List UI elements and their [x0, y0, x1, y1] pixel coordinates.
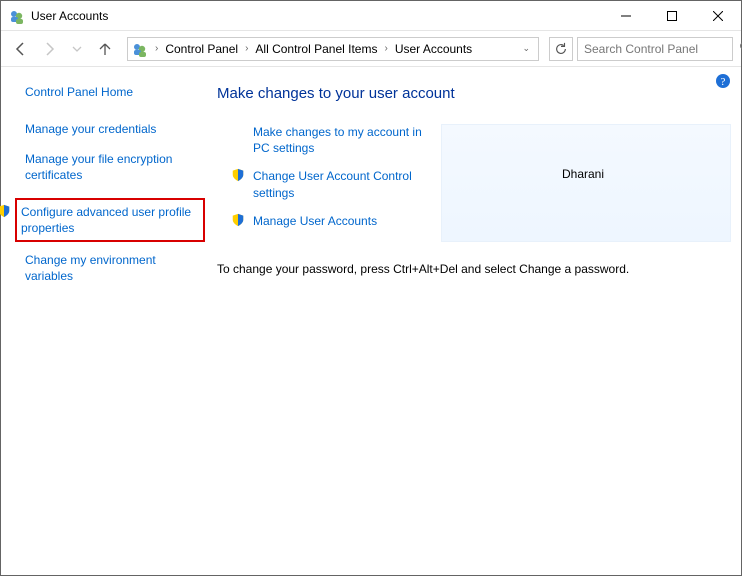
refresh-button[interactable]	[549, 37, 573, 61]
sidebar-link-encryption[interactable]: Manage your file encryption certificates	[25, 151, 193, 183]
link-label: Change User Account Control settings	[253, 168, 437, 200]
minimize-button[interactable]	[603, 1, 649, 31]
up-button[interactable]	[93, 37, 117, 61]
link-label: Make changes to my account in PC setting…	[253, 124, 437, 156]
control-panel-home-link[interactable]: Control Panel Home	[25, 85, 193, 99]
shield-icon	[231, 168, 245, 182]
main-panel: ? Make changes to your user account Make…	[203, 67, 741, 575]
back-button[interactable]	[9, 37, 33, 61]
sidebar-link-advanced-profile[interactable]: Configure advanced user profile properti…	[15, 198, 205, 242]
window-controls	[603, 1, 741, 31]
link-uac-settings[interactable]: Change User Account Control settings	[231, 168, 437, 200]
profile-name: Dharani	[562, 167, 604, 181]
breadcrumb-item[interactable]: All Control Panel Items	[253, 42, 379, 56]
search-box[interactable]	[577, 37, 733, 61]
svg-text:?: ?	[721, 76, 726, 88]
page-title: Make changes to your user account	[217, 85, 731, 102]
forward-button[interactable]	[37, 37, 61, 61]
shield-icon	[0, 204, 11, 218]
sidebar-item-label: Configure advanced user profile properti…	[21, 205, 191, 235]
link-label: Manage User Accounts	[253, 213, 377, 229]
chevron-right-icon[interactable]: ›	[242, 43, 251, 54]
chevron-right-icon[interactable]: ›	[152, 43, 161, 54]
user-accounts-icon	[9, 8, 25, 24]
link-manage-accounts[interactable]: Manage User Accounts	[231, 213, 437, 229]
link-pc-settings[interactable]: Make changes to my account in PC setting…	[253, 124, 437, 156]
window-title: User Accounts	[31, 9, 603, 23]
close-button[interactable]	[695, 1, 741, 31]
help-icon[interactable]: ?	[715, 73, 731, 89]
search-input[interactable]	[584, 42, 739, 56]
user-accounts-icon	[132, 41, 148, 57]
sidebar-link-env-vars[interactable]: Change my environment variables	[25, 252, 193, 284]
recent-locations-dropdown[interactable]	[65, 37, 89, 61]
password-note: To change your password, press Ctrl+Alt+…	[217, 262, 731, 276]
shield-icon	[231, 213, 245, 227]
sidebar: Control Panel Home Manage your credentia…	[1, 67, 203, 575]
navbar: › Control Panel › All Control Panel Item…	[1, 31, 741, 67]
breadcrumb-item[interactable]: Control Panel	[163, 42, 240, 56]
chevron-right-icon[interactable]: ›	[381, 43, 390, 54]
breadcrumb-dropdown-icon[interactable]: ⌄	[522, 43, 534, 54]
maximize-button[interactable]	[649, 1, 695, 31]
titlebar: User Accounts	[1, 1, 741, 31]
breadcrumb[interactable]: › Control Panel › All Control Panel Item…	[127, 37, 539, 61]
account-links: Make changes to my account in PC setting…	[217, 124, 437, 242]
sidebar-link-credentials[interactable]: Manage your credentials	[25, 121, 193, 137]
profile-card: Dharani	[441, 124, 731, 242]
content-area: Control Panel Home Manage your credentia…	[1, 67, 741, 575]
breadcrumb-item[interactable]: User Accounts	[393, 42, 474, 56]
